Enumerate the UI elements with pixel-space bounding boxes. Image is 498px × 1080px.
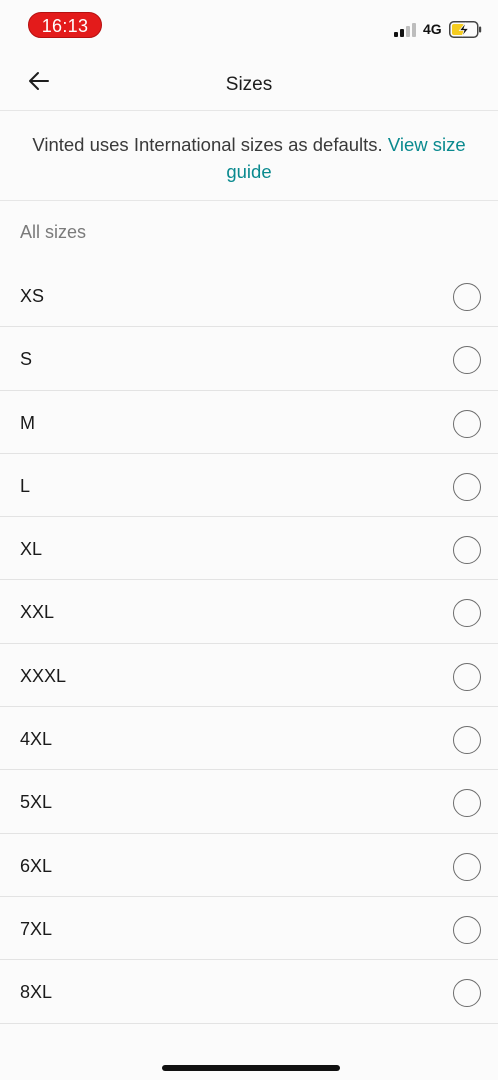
network-type: 4G <box>423 21 442 37</box>
size-label: XXL <box>20 602 55 623</box>
radio-button[interactable] <box>453 283 481 311</box>
size-option-xxl[interactable]: XXL <box>0 580 498 644</box>
size-option-xl[interactable]: XL <box>0 517 498 581</box>
size-label: 7XL <box>20 918 53 939</box>
radio-button[interactable] <box>453 789 481 818</box>
size-list: XS S M L XL XXL XXXL 4XL 5XL 6XL 7XL 8XL <box>0 264 498 1024</box>
radio-button[interactable] <box>453 979 481 1008</box>
radio-button[interactable] <box>453 536 481 565</box>
battery-charging-icon <box>449 21 482 38</box>
size-label: 4XL <box>20 729 53 750</box>
radio-button[interactable] <box>453 472 481 501</box>
radio-button[interactable] <box>453 852 481 881</box>
size-label: 6XL <box>20 855 53 876</box>
size-label: 5XL <box>20 792 53 813</box>
sizes-screen: 16:13 4G Sizes Vinted uses International… <box>0 0 498 1080</box>
section-title: All sizes <box>20 222 87 242</box>
size-option-xxxl[interactable]: XXXL <box>0 644 498 708</box>
radio-button[interactable] <box>453 599 481 628</box>
size-label: 8XL <box>20 982 53 1003</box>
size-option-4xl[interactable]: 4XL <box>0 707 498 771</box>
size-option-7xl[interactable]: 7XL <box>0 897 498 961</box>
radio-button[interactable] <box>453 346 481 375</box>
size-label: M <box>20 412 35 433</box>
size-option-s[interactable]: S <box>0 327 498 391</box>
size-option-xs[interactable]: XS <box>0 264 498 328</box>
radio-button[interactable] <box>453 915 481 944</box>
size-info-banner: Vinted uses International sizes as defau… <box>0 111 498 201</box>
size-label: L <box>20 475 31 496</box>
size-option-5xl[interactable]: 5XL <box>0 770 498 834</box>
navigation-header: Sizes <box>0 52 498 111</box>
status-time: 16:13 <box>28 12 102 38</box>
status-bar: 16:13 4G <box>0 0 498 52</box>
size-label: XS <box>20 286 45 306</box>
cellular-signal-icon <box>394 23 418 37</box>
radio-button[interactable] <box>453 662 481 691</box>
size-option-l[interactable]: L <box>0 454 498 518</box>
size-option-m[interactable]: M <box>0 391 498 454</box>
size-label: XL <box>20 539 43 560</box>
radio-button[interactable] <box>453 726 481 755</box>
radio-button[interactable] <box>453 409 481 438</box>
size-option-6xl[interactable]: 6XL <box>0 834 498 897</box>
size-option-8xl[interactable]: 8XL <box>0 960 498 1024</box>
page-title: Sizes <box>225 74 273 95</box>
size-info-text: Vinted uses International sizes as defau… <box>32 134 383 155</box>
size-label: S <box>20 349 33 370</box>
home-indicator[interactable] <box>162 1065 340 1071</box>
size-label: XXXL <box>20 665 67 686</box>
